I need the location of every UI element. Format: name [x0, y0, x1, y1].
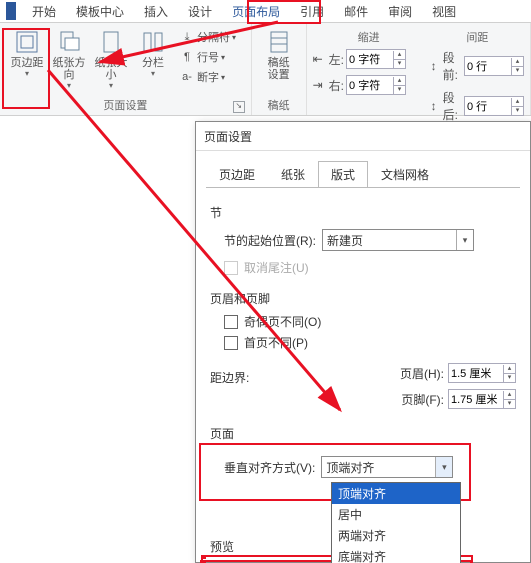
tab-design[interactable]: 设计	[178, 1, 222, 22]
margins-button[interactable]: 页边距 ▾	[6, 27, 48, 90]
page-setup-dialog: 页面设置 页边距 纸张 版式 文档网格 节 节的起始位置(R): 新建页▾ 取消…	[195, 121, 531, 563]
dlg-tab-layout[interactable]: 版式	[318, 161, 368, 188]
hyphenation-button[interactable]: a-断字 ▾	[178, 67, 238, 87]
footer-dist-label: 页脚(F):	[401, 391, 444, 408]
line-numbers-button[interactable]: ¶行号 ▾	[178, 47, 238, 67]
indent-left-spin[interactable]: ▴▾	[346, 49, 406, 69]
chevron-down-icon: ▾	[109, 81, 113, 90]
dialog-title: 页面设置	[196, 122, 530, 151]
valign-option-center[interactable]: 居中	[332, 504, 460, 525]
chevron-down-icon: ▾	[151, 69, 155, 78]
space-before-icon: ↕	[431, 59, 441, 73]
dlg-tab-margins[interactable]: 页边距	[206, 161, 268, 188]
manuscript-button[interactable]: 稿纸 设置	[258, 27, 300, 81]
ribbon: 页边距 ▾ 纸张方向 ▾ 纸张大小 ▾ 分栏	[0, 23, 531, 116]
valign-dropdown-list[interactable]: 顶端对齐 居中 两端对齐 底端对齐	[331, 482, 461, 563]
group-manuscript: 稿纸 设置 稿纸	[252, 23, 307, 115]
space-after-spin[interactable]: ▴▾	[464, 96, 524, 116]
indent-right-icon: ⇥	[313, 78, 327, 92]
header-dist-spin[interactable]: ▴▾	[448, 363, 516, 383]
columns-icon	[140, 29, 166, 55]
first-diff-checkbox[interactable]: 首页不同(P)	[224, 334, 516, 351]
tab-view[interactable]: 视图	[422, 1, 466, 22]
tab-references[interactable]: 引用	[290, 1, 334, 22]
spin-down-icon[interactable]: ▾	[393, 60, 405, 68]
group-paragraph: 缩进 ⇤左: ▴▾ ⇥右: ▴▾ 间距 ↕段前: ▴▾ ↕段后: ▴▾	[307, 23, 531, 115]
footer-dist-spin[interactable]: ▴▾	[448, 389, 516, 409]
valign-option-bottom[interactable]: 底端对齐	[332, 546, 460, 563]
line-numbers-icon: ¶	[180, 50, 194, 64]
tab-templates[interactable]: 模板中心	[66, 1, 134, 22]
from-edge-label: 距边界:	[210, 357, 300, 415]
manuscript-icon	[266, 29, 292, 55]
indent-left-icon: ⇤	[313, 52, 327, 66]
orientation-icon	[56, 29, 82, 55]
tab-insert[interactable]: 插入	[134, 1, 178, 22]
page-setup-launcher[interactable]: ↘	[233, 101, 245, 113]
tab-home[interactable]: 开始	[22, 1, 66, 22]
spacing-title: 间距	[431, 29, 524, 45]
margins-icon	[14, 29, 40, 55]
size-button[interactable]: 纸张大小 ▾	[90, 27, 132, 90]
odd-even-checkbox[interactable]: 奇偶页不同(O)	[224, 313, 516, 330]
header-dist-label: 页眉(H):	[400, 365, 444, 382]
chevron-down-icon[interactable]: ▾	[435, 457, 452, 477]
breaks-icon: ⤓	[180, 30, 194, 44]
spin-up-icon[interactable]: ▴	[393, 51, 405, 60]
space-before-spin[interactable]: ▴▾	[464, 56, 524, 76]
group-page-setup: 页边距 ▾ 纸张方向 ▾ 纸张大小 ▾ 分栏	[0, 23, 252, 115]
suppress-endnotes-checkbox: 取消尾注(U)	[224, 259, 516, 276]
valign-option-top[interactable]: 顶端对齐	[332, 483, 460, 504]
hyphenation-icon: a-	[180, 70, 194, 84]
dlg-tab-grid[interactable]: 文档网格	[368, 161, 442, 188]
valign-combo[interactable]: 顶端对齐▾	[321, 456, 453, 478]
section-start-label: 节的起始位置(R):	[224, 232, 316, 249]
group-label-manuscript: 稿纸	[258, 96, 300, 115]
page-section-title: 页面	[210, 425, 516, 442]
indent-right-spin[interactable]: ▴▾	[346, 75, 406, 95]
tab-mail[interactable]: 邮件	[334, 1, 378, 22]
tab-review[interactable]: 审阅	[378, 1, 422, 22]
dialog-tabs: 页边距 纸张 版式 文档网格	[196, 151, 530, 188]
columns-button[interactable]: 分栏 ▾	[132, 27, 174, 90]
dlg-tab-paper[interactable]: 纸张	[268, 161, 318, 188]
chevron-down-icon: ▾	[25, 69, 29, 78]
space-after-icon: ↕	[431, 99, 441, 113]
valign-option-justify[interactable]: 两端对齐	[332, 525, 460, 546]
indent-title: 缩进	[313, 29, 425, 45]
ribbon-tabs: 开始 模板中心 插入 设计 页面布局 引用 邮件 审阅 视图	[0, 0, 531, 23]
tab-page-layout[interactable]: 页面布局	[222, 1, 290, 22]
section-start-combo[interactable]: 新建页▾	[322, 229, 474, 251]
breaks-button[interactable]: ⤓分隔符 ▾	[178, 27, 238, 47]
orientation-button[interactable]: 纸张方向 ▾	[48, 27, 90, 90]
valign-label: 垂直对齐方式(V):	[224, 459, 315, 476]
chevron-down-icon[interactable]: ▾	[456, 230, 473, 250]
chevron-down-icon: ▾	[67, 81, 71, 90]
paper-size-icon	[98, 29, 124, 55]
headers-title: 页眉和页脚	[210, 290, 516, 307]
group-label-page-setup: 页面设置↘	[6, 96, 245, 115]
section-title: 节	[210, 204, 516, 221]
app-stub	[6, 2, 16, 20]
